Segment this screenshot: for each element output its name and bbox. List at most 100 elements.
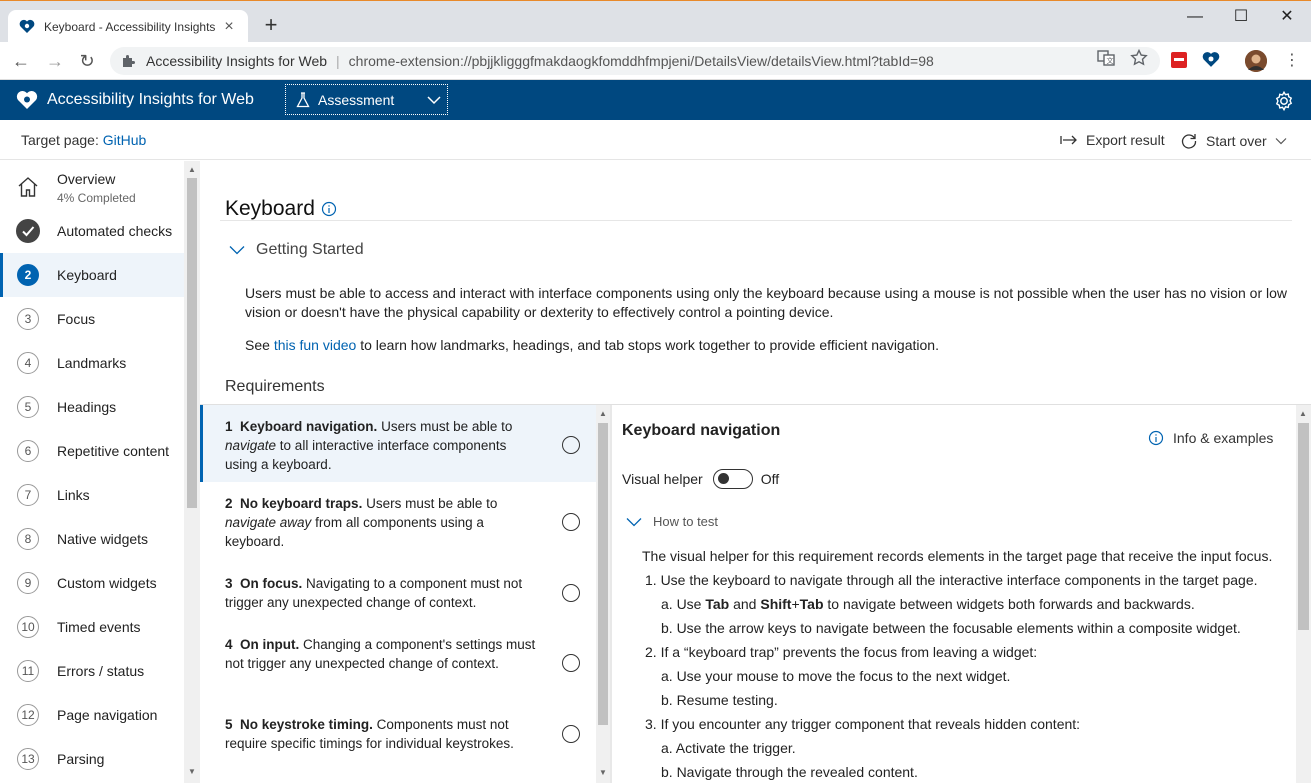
nav-item-number: 2 — [17, 264, 39, 286]
requirement-name: No keystroke timing. — [240, 717, 373, 732]
step-line: a. Use your mouse to move the focus to t… — [661, 668, 1011, 684]
step-text: and — [729, 596, 761, 612]
detail-scroll-thumb[interactable] — [1298, 423, 1309, 630]
requirements-scrollbar[interactable]: ▲ ▼ — [596, 405, 610, 783]
requirement-text: Users must be able to — [362, 496, 498, 511]
profile-avatar[interactable] — [1245, 50, 1267, 72]
translate-icon[interactable]: 文 — [1097, 49, 1117, 69]
gear-icon[interactable] — [1273, 90, 1295, 112]
bookmark-star-icon[interactable] — [1130, 48, 1150, 69]
close-window-button[interactable]: ✕ — [1264, 5, 1310, 29]
nav-item-number: 11 — [17, 660, 39, 682]
browser-tab[interactable]: Keyboard - Accessibility Insights × — [8, 10, 248, 43]
nav-item-links[interactable]: 7 Links — [0, 473, 184, 517]
info-examples-button[interactable]: Info & examples — [1148, 430, 1273, 446]
nav-item-errors-status[interactable]: 11 Errors / status — [0, 649, 184, 693]
detail-scrollbar[interactable]: ▲ — [1296, 405, 1311, 783]
nav-item-overview[interactable]: Overview 4% Completed — [0, 164, 184, 208]
nav-item-native-widgets[interactable]: 8 Native widgets — [0, 517, 184, 561]
page-title-text: Keyboard — [225, 197, 315, 220]
kbd-tab: Tab — [799, 596, 824, 612]
address-separator: | — [336, 53, 340, 69]
export-result-label: Export result — [1086, 132, 1165, 148]
requirement-number: 3 — [225, 576, 233, 591]
nav-item-repetitive-content[interactable]: 6 Repetitive content — [0, 429, 184, 473]
toggle-knob — [717, 473, 729, 484]
puzzle-icon — [120, 53, 136, 69]
scroll-up-icon[interactable]: ▲ — [1299, 409, 1307, 418]
nav-item-label: Headings — [57, 399, 117, 415]
checkmark-icon — [16, 219, 40, 243]
requirement-name: No keyboard traps. — [240, 496, 363, 511]
requirement-item-5[interactable]: 5 No keystroke timing. Components must n… — [200, 715, 596, 757]
target-page-link[interactable]: GitHub — [103, 132, 147, 148]
start-over-button[interactable]: Start over — [1180, 132, 1287, 150]
back-button[interactable]: ← — [10, 50, 32, 72]
requirement-status-radio[interactable] — [562, 654, 580, 672]
nav-item-timed-events[interactable]: 10 Timed events — [0, 605, 184, 649]
new-tab-button[interactable]: + — [260, 14, 282, 36]
nav-item-custom-widgets[interactable]: 9 Custom widgets — [0, 561, 184, 605]
scroll-down-icon[interactable]: ▼ — [599, 768, 607, 777]
reload-button[interactable]: ↻ — [76, 50, 98, 72]
address-url: chrome-extension://pbjjkligggfmakdaogkfo… — [348, 53, 934, 69]
nav-item-page-navigation[interactable]: 12 Page navigation — [0, 693, 184, 737]
app-header: Accessibility Insights for Web Assessmen… — [0, 80, 1311, 120]
how-to-test-toggle[interactable]: How to test — [626, 514, 718, 529]
info-icon — [1148, 430, 1164, 446]
detail-title: Keyboard navigation — [622, 422, 781, 439]
export-result-button[interactable]: Export result — [1060, 132, 1165, 148]
requirement-name: On focus. — [240, 576, 303, 591]
address-bar[interactable]: Accessibility Insights for Web | chrome-… — [110, 47, 1160, 75]
tab-close-icon[interactable]: × — [220, 18, 238, 36]
forward-button[interactable]: → — [44, 50, 66, 72]
nav-item-automated-checks[interactable]: Automated checks — [0, 209, 184, 253]
nav-item-keyboard[interactable]: 2 Keyboard — [0, 253, 184, 297]
nav-item-label: Automated checks — [57, 223, 173, 239]
nav-item-number: 6 — [17, 440, 39, 462]
getting-started-label: Getting Started — [256, 241, 364, 258]
accessibility-insights-extension-icon[interactable] — [1202, 51, 1222, 71]
requirement-number: 1 — [225, 419, 233, 434]
nav-scrollbar[interactable]: ▲ ▼ — [184, 161, 200, 783]
requirement-item-3[interactable]: 3 On focus. Navigating to a component mu… — [200, 574, 596, 616]
accessibility-insights-favicon-icon — [18, 18, 36, 36]
scroll-down-icon[interactable]: ▼ — [188, 767, 196, 776]
nav-item-headings[interactable]: 5 Headings — [0, 385, 184, 429]
requirement-status-radio[interactable] — [562, 513, 580, 531]
app-title: Accessibility Insights for Web — [47, 91, 254, 108]
chevron-down-icon — [626, 517, 642, 526]
nav-scroll-thumb[interactable] — [187, 178, 197, 508]
requirements-scroll-thumb[interactable] — [598, 423, 608, 725]
left-nav: Overview 4% Completed Automated checks 2… — [0, 161, 184, 783]
step-text: to navigate between widgets both forward… — [823, 596, 1195, 612]
getting-started-toggle[interactable]: Getting Started — [229, 241, 364, 259]
nav-item-number: 7 — [17, 484, 39, 506]
mode-selector[interactable]: Assessment — [285, 84, 448, 115]
nav-item-label: Keyboard — [57, 267, 117, 283]
chrome-menu-icon[interactable]: ⋮ — [1282, 51, 1302, 71]
browser-toolbar: ← → ↻ Accessibility Insights for Web | c… — [0, 42, 1311, 80]
requirement-status-radio[interactable] — [562, 436, 580, 454]
visual-helper-toggle[interactable] — [712, 469, 753, 489]
nav-item-number: 3 — [17, 308, 39, 330]
nav-item-label: Native widgets — [57, 531, 149, 547]
nav-item-focus[interactable]: 3 Focus — [0, 297, 184, 341]
nav-item-parsing[interactable]: 13 Parsing — [0, 737, 184, 781]
target-page-label: Target page: GitHub — [21, 132, 146, 148]
maximize-button[interactable]: ☐ — [1218, 5, 1264, 29]
scroll-up-icon[interactable]: ▲ — [599, 409, 607, 418]
requirement-item-4[interactable]: 4 On input. Changing a component's setti… — [200, 635, 596, 695]
requirement-status-radio[interactable] — [562, 584, 580, 602]
extension-red-icon[interactable] — [1170, 51, 1190, 71]
title-divider — [220, 220, 1292, 221]
requirement-status-radio[interactable] — [562, 725, 580, 743]
nav-item-landmarks[interactable]: 4 Landmarks — [0, 341, 184, 385]
requirement-item-1[interactable]: 1 Keyboard navigation. Users must be abl… — [200, 405, 596, 482]
fun-video-link[interactable]: this fun video — [274, 337, 357, 353]
nav-overview-progress: 4% Completed — [57, 191, 136, 205]
info-icon[interactable] — [321, 201, 337, 217]
scroll-up-icon[interactable]: ▲ — [188, 165, 196, 174]
minimize-button[interactable]: — — [1172, 5, 1218, 29]
requirement-item-2[interactable]: 2 No keyboard traps. Users must be able … — [200, 494, 596, 554]
